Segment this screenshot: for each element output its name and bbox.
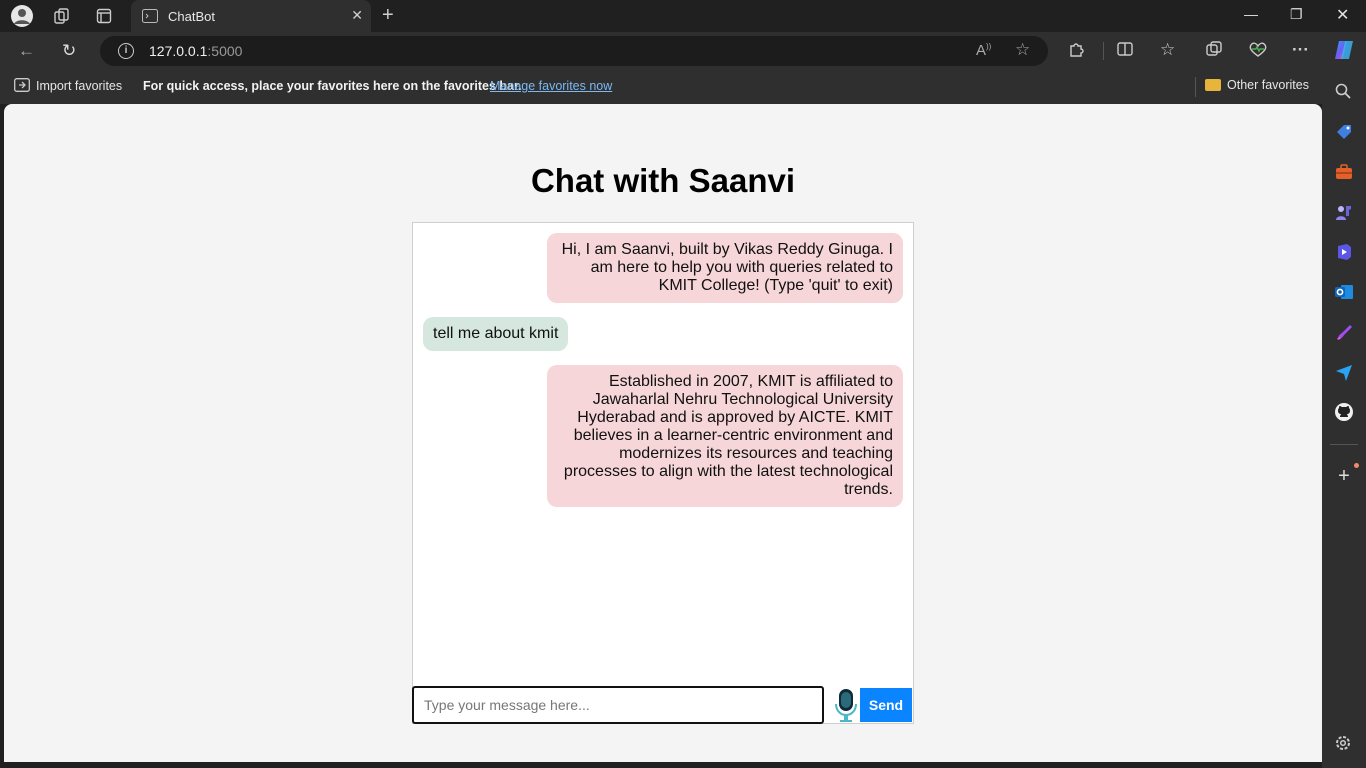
other-favorites-button[interactable]: Other favorites xyxy=(1205,78,1309,92)
page-viewport: Chat with Saanvi Hi, I am Saanvi, built … xyxy=(4,104,1322,762)
tab-chatbot[interactable]: ChatBot ✕ xyxy=(131,0,371,32)
microsoft365-icon[interactable] xyxy=(1334,242,1354,262)
sidebar-divider xyxy=(1330,444,1358,445)
import-favorites-label: Import favorites xyxy=(36,79,123,93)
profile-icon[interactable] xyxy=(10,4,34,28)
tab-actions-icon[interactable] xyxy=(92,4,116,28)
favorite-star-icon[interactable]: ☆ xyxy=(1015,40,1030,60)
designer-icon[interactable] xyxy=(1334,322,1354,342)
outlook-icon[interactable] xyxy=(1334,282,1354,302)
settings-icon[interactable] xyxy=(1334,734,1354,754)
favorites-icon[interactable]: ☆ xyxy=(1160,40,1175,60)
notification-dot xyxy=(1354,463,1359,468)
performance-icon[interactable] xyxy=(1248,40,1268,63)
page-title: Chat with Saanvi xyxy=(530,162,796,199)
favorites-bar-message: For quick access, place your favorites h… xyxy=(143,79,522,93)
workspaces-icon[interactable] xyxy=(50,4,74,28)
refresh-icon[interactable]: ↻ xyxy=(62,41,76,61)
close-window-icon[interactable]: ✕ xyxy=(1336,5,1349,25)
site-info-icon[interactable]: i xyxy=(118,43,134,59)
drop-icon[interactable] xyxy=(1334,362,1354,382)
import-favorites-icon xyxy=(14,78,30,92)
favorites-bar: Import favorites For quick access, place… xyxy=(0,70,1366,104)
manage-favorites-link[interactable]: Manage favorites now xyxy=(490,79,612,93)
more-icon[interactable]: ··· xyxy=(1292,40,1309,60)
message-input[interactable] xyxy=(412,686,824,724)
bot-message: Hi, I am Saanvi, built by Vikas Reddy Gi… xyxy=(547,233,903,303)
address-bar[interactable]: i 127.0.0.1:5000 A)) ☆ xyxy=(100,36,1048,66)
tools-icon[interactable] xyxy=(1334,162,1354,182)
games-icon[interactable] xyxy=(1334,202,1354,222)
split-screen-icon[interactable] xyxy=(1116,40,1134,63)
url-host: 127.0.0.1 xyxy=(149,43,208,59)
chat-window[interactable]: Hi, I am Saanvi, built by Vikas Reddy Gi… xyxy=(412,222,914,724)
url-port: :5000 xyxy=(207,43,243,59)
microphone-icon[interactable] xyxy=(831,687,861,723)
shopping-icon[interactable] xyxy=(1334,122,1354,142)
back-icon[interactable]: ← xyxy=(18,41,35,61)
search-icon[interactable] xyxy=(1334,82,1354,102)
collections-icon[interactable] xyxy=(1205,40,1223,63)
import-favorites-button[interactable]: Import favorites xyxy=(14,78,122,93)
add-icon[interactable]: + xyxy=(1334,466,1354,486)
page-favicon-icon xyxy=(142,9,158,23)
folder-icon xyxy=(1205,79,1221,91)
address-bar-row: ← ↻ i 127.0.0.1:5000 A)) ☆ ☆ ··· xyxy=(0,32,1366,70)
send-button[interactable]: Send xyxy=(860,688,912,722)
extensions-icon[interactable] xyxy=(1068,40,1086,63)
url-text[interactable]: 127.0.0.1:5000 xyxy=(149,43,242,59)
bot-message: Established in 2007, KMIT is affiliated … xyxy=(547,365,903,507)
tab-bar: ChatBot ✕ + — ❐ ✕ xyxy=(0,0,1366,32)
new-tab-icon[interactable]: + xyxy=(382,4,394,27)
edge-sidebar: + xyxy=(1322,70,1366,768)
close-tab-icon[interactable]: ✕ xyxy=(351,7,363,24)
favorites-divider xyxy=(1195,77,1196,97)
read-aloud-icon[interactable]: A)) xyxy=(976,42,991,59)
copilot-icon[interactable] xyxy=(1332,38,1356,67)
other-favorites-label: Other favorites xyxy=(1227,78,1309,92)
github-icon[interactable] xyxy=(1334,402,1354,422)
minimize-icon[interactable]: — xyxy=(1244,6,1258,22)
restore-icon[interactable]: ❐ xyxy=(1290,6,1303,23)
message-input-row: Send xyxy=(412,686,914,724)
toolbar-divider xyxy=(1103,42,1104,60)
tab-title: ChatBot xyxy=(168,9,215,24)
user-message: tell me about kmit xyxy=(423,317,569,351)
